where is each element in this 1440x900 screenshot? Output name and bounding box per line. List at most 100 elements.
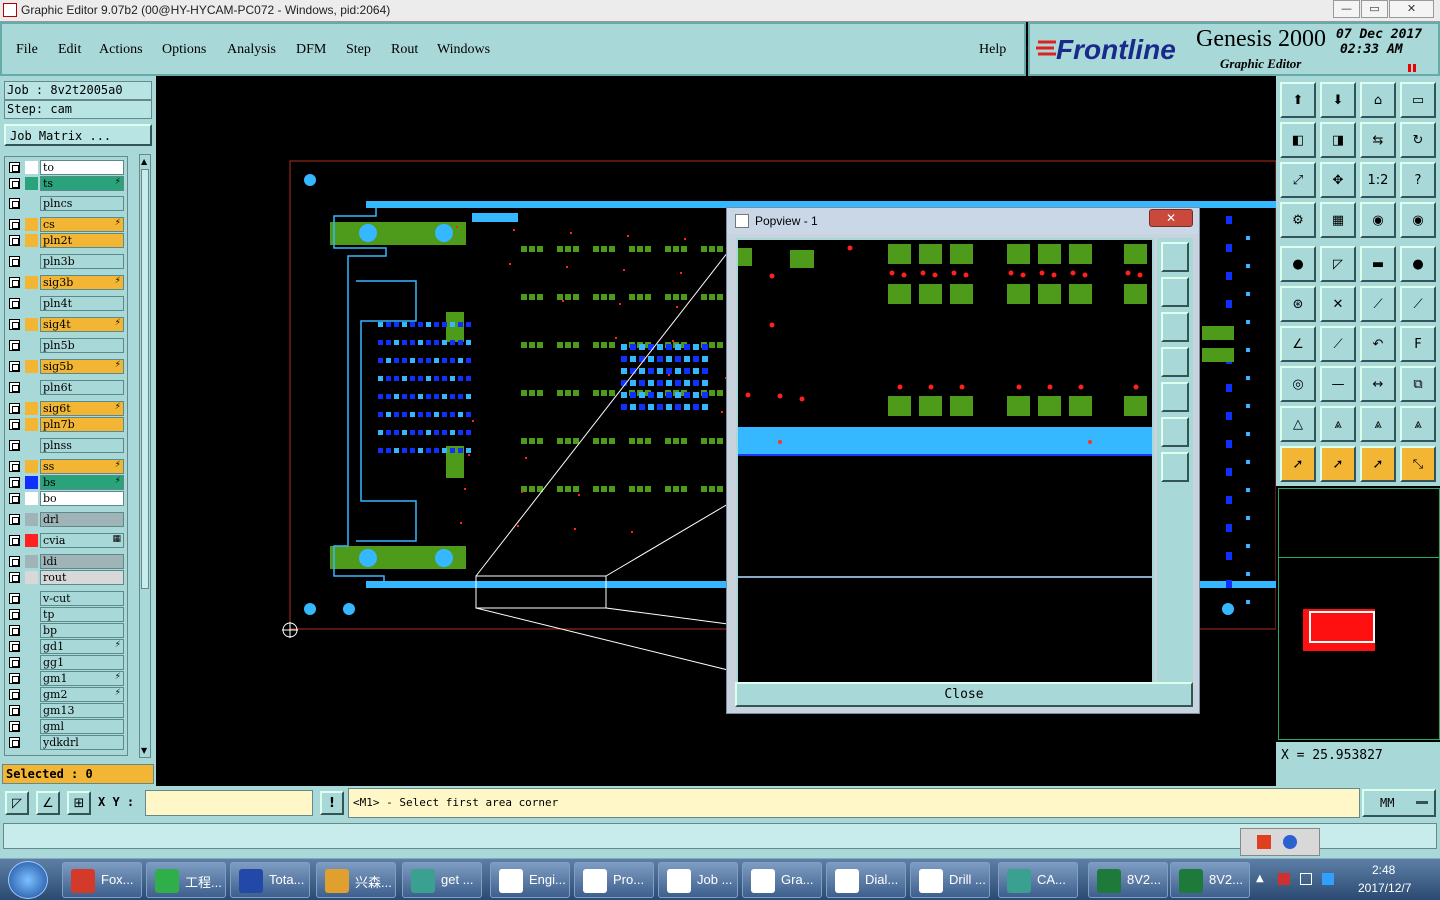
menu-analysis[interactable]: Analysis [227, 42, 276, 58]
cursor-c-tool-button[interactable]: ➚ [1360, 446, 1396, 482]
layer-name[interactable]: pln4t [40, 296, 124, 311]
layer-color-swatch[interactable] [25, 534, 38, 547]
layer-color-swatch[interactable] [25, 688, 38, 701]
text-tool-button[interactable]: F [1400, 326, 1436, 362]
layer-name[interactable]: bp [40, 623, 124, 638]
layer-name[interactable]: pln2t [40, 233, 124, 248]
layer-name[interactable]: gml [40, 719, 124, 734]
popview-pan-up-button[interactable] [1161, 277, 1189, 307]
snap-b-tool-button[interactable]: ◉ [1400, 202, 1436, 238]
taskbar-item-8[interactable]: Gra... [742, 862, 822, 898]
layer-color-swatch[interactable] [25, 720, 38, 733]
layer-checkbox[interactable] [9, 625, 20, 636]
snap-a-tool-button[interactable]: ◉ [1360, 202, 1396, 238]
layer-checkbox[interactable] [9, 556, 20, 567]
layer-name[interactable]: gm1 [40, 671, 124, 686]
tri-b-tool-button[interactable]: ⩓ [1320, 406, 1356, 442]
cursor-d-tool-button[interactable]: ⤡ [1400, 446, 1436, 482]
net-tool-button[interactable]: ◎ [1280, 366, 1316, 402]
move-left-tool-button[interactable]: ◧ [1280, 122, 1316, 158]
layer-checkbox[interactable] [9, 440, 20, 451]
layer-color-swatch[interactable] [25, 218, 38, 231]
layer-scrollbar[interactable]: ▲ ▼ [139, 154, 151, 758]
units-select[interactable]: MM [1362, 789, 1436, 817]
taskbar-item-2[interactable]: Tota... [230, 862, 310, 898]
layer-checkbox[interactable] [9, 737, 20, 748]
layer-color-swatch[interactable] [25, 297, 38, 310]
layer-checkbox[interactable] [9, 198, 20, 209]
layer-name[interactable]: ss [40, 459, 124, 474]
menu-dfm[interactable]: DFM [296, 42, 326, 58]
popview-pan-down-button[interactable] [1161, 312, 1189, 342]
layer-name[interactable]: ts [40, 176, 124, 191]
layer-color-swatch[interactable] [25, 704, 38, 717]
layer-row-sig6t[interactable]: sig6t ⚡ [6, 401, 124, 416]
layer-name[interactable]: plnss [40, 438, 124, 453]
layer-checkbox[interactable] [9, 477, 20, 488]
layer-color-swatch[interactable] [25, 161, 38, 174]
popview-drawing[interactable] [736, 238, 1154, 684]
layer-name[interactable]: ldi [40, 554, 124, 569]
tri-c-tool-button[interactable]: ⩓ [1360, 406, 1396, 442]
help-tool-button[interactable]: ? [1400, 162, 1436, 198]
layer-name[interactable]: sig3b [40, 275, 124, 290]
move-right-tool-button[interactable]: ◨ [1320, 122, 1356, 158]
layer-checkbox[interactable] [9, 403, 20, 414]
layer-row-v-cut[interactable]: v-cut [6, 591, 124, 606]
layer-row-drl[interactable]: drl [6, 512, 124, 527]
layer-row-rout[interactable]: rout [6, 570, 124, 585]
shapes-tool-button[interactable]: ⧉ [1400, 366, 1436, 402]
layer-checkbox[interactable] [9, 535, 20, 546]
rotate-tool-button[interactable]: ↻ [1400, 122, 1436, 158]
minus-tool-button[interactable]: — [1320, 366, 1356, 402]
layer-checkbox[interactable] [9, 319, 20, 330]
layer-color-swatch[interactable] [25, 197, 38, 210]
ime-toolbar[interactable] [1240, 828, 1320, 856]
layer-color-swatch[interactable] [25, 318, 38, 331]
layer-name[interactable]: sig6t [40, 401, 124, 416]
popview-close-x-button[interactable]: ✕ [1149, 209, 1193, 227]
tray-icons[interactable] [1278, 871, 1338, 887]
layer-color-swatch[interactable] [25, 402, 38, 415]
layer-checkbox[interactable] [9, 256, 20, 267]
flip-tool-button[interactable]: ⇆ [1360, 122, 1396, 158]
layer-color-swatch[interactable] [25, 640, 38, 653]
cursor-tool-button[interactable]: ➚ [1280, 446, 1316, 482]
job-matrix-button[interactable]: Job Matrix ... [4, 124, 152, 146]
layer-name[interactable]: rout [40, 570, 124, 585]
measure-tool-button[interactable]: ◸ [1320, 246, 1356, 282]
grid-mode-button[interactable]: ⊞ [67, 791, 91, 815]
popview-close-button[interactable]: Close [735, 682, 1193, 707]
layer-row-ss[interactable]: ss ⚡ [6, 459, 124, 474]
line-a-tool-button[interactable]: ∠ [1280, 326, 1316, 362]
layer-checkbox[interactable] [9, 235, 20, 246]
layer-row-plnss[interactable]: plnss [6, 438, 124, 453]
layer-row-gd1[interactable]: gd1 ⚡ [6, 639, 124, 654]
home-tool-button[interactable]: ⌂ [1360, 82, 1396, 118]
start-button[interactable] [8, 861, 48, 899]
layer-checkbox[interactable] [9, 419, 20, 430]
layer-name[interactable]: drl [40, 512, 124, 527]
layer-row-sig5b[interactable]: sig5b ⚡ [6, 359, 124, 374]
layer-row-to[interactable]: to [6, 160, 124, 175]
layer-color-swatch[interactable] [25, 339, 38, 352]
layer-color-swatch[interactable] [25, 736, 38, 749]
layer-row-cvia[interactable]: cvia ▦ [6, 533, 124, 548]
layer-color-swatch[interactable] [25, 608, 38, 621]
layer-name[interactable]: pln7b [40, 417, 124, 432]
minimize-button[interactable]: — [1333, 0, 1360, 18]
popview-pan-left-button[interactable] [1161, 347, 1189, 377]
angle-mode-button[interactable]: ∠ [36, 791, 60, 815]
layer-name[interactable]: gd1 [40, 639, 124, 654]
layer-color-swatch[interactable] [25, 234, 38, 247]
pad-tool-button[interactable]: ● [1280, 246, 1316, 282]
layer-checkbox[interactable] [9, 219, 20, 230]
cross-tool-button[interactable]: ✕ [1320, 286, 1356, 322]
layer-name[interactable]: cvia [40, 533, 124, 548]
layer-checkbox[interactable] [9, 298, 20, 309]
layer-name[interactable]: v-cut [40, 591, 124, 606]
layer-row-ts[interactable]: ts ⚡ [6, 176, 124, 191]
taskbar-item-10[interactable]: Drill ... [910, 862, 990, 898]
layer-row-gm13[interactable]: gm13 [6, 703, 124, 718]
popview-zoom-out-button[interactable] [1161, 452, 1189, 482]
